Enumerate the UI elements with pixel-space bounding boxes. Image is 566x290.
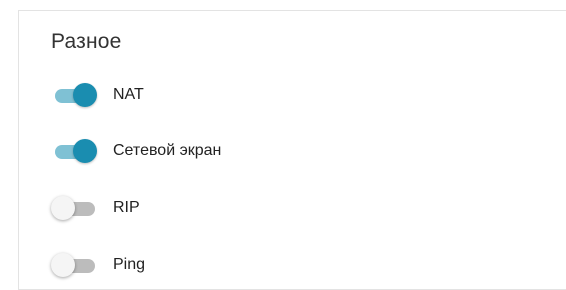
ping-toggle-label: Ping [113, 256, 146, 273]
ping-toggle-row[interactable]: Ping [51, 250, 145, 280]
rip-toggle-label: RIP [113, 199, 140, 216]
toggle-knob [73, 139, 97, 163]
rip-toggle[interactable] [51, 195, 99, 221]
nat-toggle[interactable] [51, 82, 99, 108]
toggle-knob [73, 83, 97, 107]
nat-toggle-label: NAT [113, 86, 144, 103]
rip-toggle-row[interactable]: RIP [51, 193, 140, 223]
firewall-toggle[interactable] [51, 138, 99, 164]
misc-settings-panel: Разное NAT Сетевой экран RIP Ping [18, 10, 566, 290]
ping-toggle[interactable] [51, 252, 99, 278]
toggle-knob [51, 253, 75, 277]
firewall-toggle-row[interactable]: Сетевой экран [51, 136, 221, 166]
section-title: Разное [51, 30, 122, 53]
nat-toggle-row[interactable]: NAT [51, 80, 144, 110]
toggle-knob [51, 196, 75, 220]
firewall-toggle-label: Сетевой экран [113, 142, 222, 159]
